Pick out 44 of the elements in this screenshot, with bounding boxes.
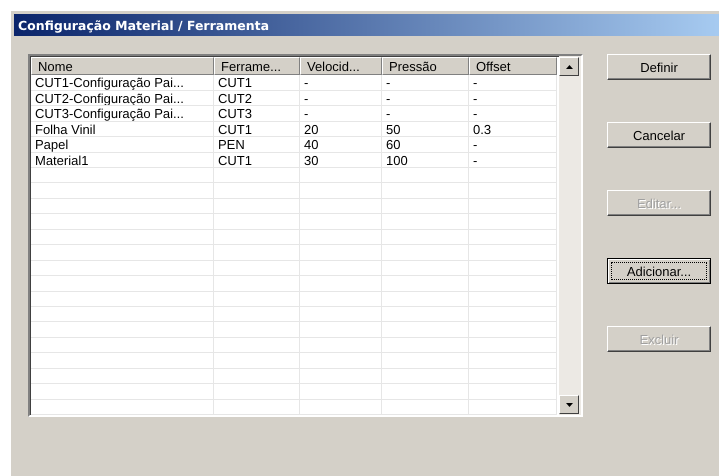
window-title: Configuração Material / Ferramenta [18, 18, 270, 32]
table-cell: - [473, 137, 478, 152]
column-header[interactable]: Offset [469, 57, 557, 75]
table-cell: CUT1 [218, 152, 252, 168]
table-cell: 60 [386, 137, 400, 152]
up-triangle-icon [566, 64, 572, 68]
column-header[interactable]: Nome [31, 57, 214, 75]
table-cell: CUT1-Configuração Pai... [35, 75, 184, 90]
table-cell: - [304, 106, 308, 121]
scroll-up-button[interactable] [559, 57, 579, 76]
table-cell: 40 [304, 137, 318, 152]
table-cell: PEN [218, 137, 245, 152]
table-cell: - [473, 106, 478, 121]
table-cell: 50 [386, 122, 400, 136]
table-cell: CUT1 [218, 122, 252, 136]
down-triangle-icon [566, 402, 572, 406]
dialog-button[interactable]: Cancelar [607, 122, 711, 148]
table-cell: 0.3 [473, 122, 492, 136]
column-header[interactable]: Velocid... [300, 57, 382, 75]
table-cell: Papel [35, 137, 68, 152]
table-cell: - [386, 106, 390, 121]
table-cell: - [473, 152, 478, 168]
scroll-down-button[interactable] [559, 395, 579, 414]
table-cell: Material1 [35, 152, 88, 168]
table-cell: Folha Vinil [35, 122, 96, 136]
table-cell: 20 [304, 122, 318, 136]
table-cell: - [304, 75, 308, 90]
column-header[interactable]: Ferrame... [214, 57, 300, 75]
table-cell: - [386, 75, 390, 90]
table-cell: CUT2-Configuração Pai... [35, 90, 184, 106]
table-cell: - [473, 75, 478, 90]
table-cell: 100 [386, 152, 408, 168]
table-cell: CUT2 [218, 90, 252, 106]
table-cell: CUT3 [218, 106, 252, 121]
dialog-button[interactable]: Adicionar... [607, 258, 711, 284]
dialog-button[interactable]: Definir [607, 54, 711, 80]
table-cell: - [473, 90, 478, 106]
table-cell: CUT1 [218, 75, 252, 90]
table-cell: CUT3-Configuração Pai... [35, 106, 184, 121]
table-cell: - [304, 90, 308, 106]
table-cell: - [386, 90, 390, 106]
scrollbar[interactable] [559, 56, 581, 415]
column-header[interactable]: Pressão [382, 57, 469, 75]
table-cell: 30 [304, 152, 318, 168]
